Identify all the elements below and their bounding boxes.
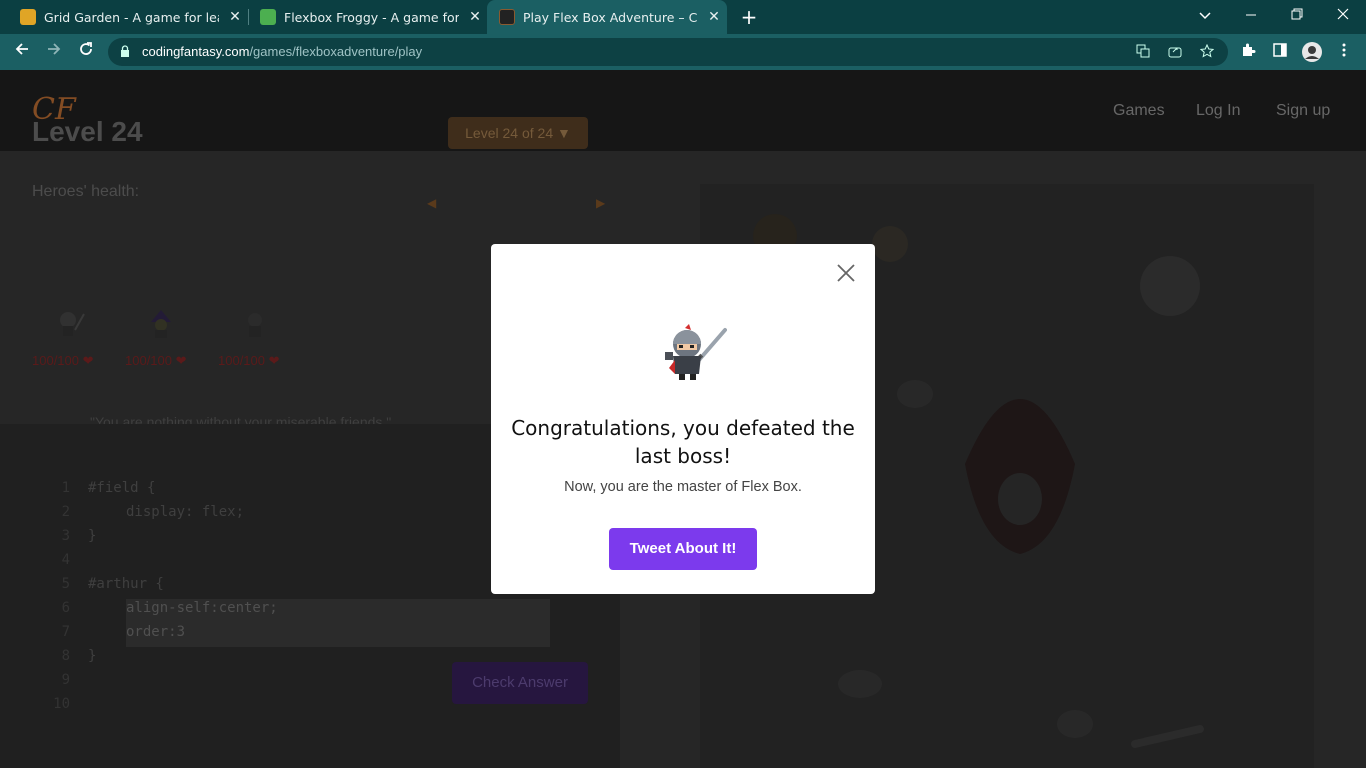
- restore-icon[interactable]: [1274, 0, 1320, 34]
- share-icon[interactable]: [1166, 44, 1184, 62]
- extensions-puzzle-icon[interactable]: [1238, 42, 1258, 62]
- knight-hero-icon: [665, 324, 727, 380]
- browser-tab-bar: Grid Garden - A game for learning CSS gr…: [0, 0, 1366, 34]
- tab-search-icon[interactable]: [1182, 0, 1228, 34]
- side-panel-icon[interactable]: [1270, 42, 1290, 62]
- tab-flexbox-froggy[interactable]: Flexbox Froggy - A game for learning CSS…: [240, 0, 485, 34]
- url-text: codingfantasy.com/games/flexboxadventure…: [142, 44, 423, 59]
- grid-garden-favicon-icon: [20, 9, 36, 25]
- tab-title: Grid Garden - A game for learning CSS gr…: [44, 9, 219, 25]
- tab-grid-garden[interactable]: Grid Garden - A game for learning CSS gr…: [0, 0, 245, 34]
- tweet-button[interactable]: Tweet About It!: [609, 528, 757, 570]
- browser-menu-icon[interactable]: [1334, 42, 1354, 62]
- tab-flexbox-adventure[interactable]: Play Flex Box Adventure – CSS Game to Le…: [487, 0, 727, 34]
- close-tab-icon[interactable]: ✕: [467, 9, 483, 25]
- close-window-icon[interactable]: [1320, 0, 1366, 34]
- frog-favicon-icon: [260, 9, 276, 25]
- close-tab-icon[interactable]: ✕: [706, 9, 722, 25]
- browser-toolbar: codingfantasy.com/games/flexboxadventure…: [0, 34, 1366, 70]
- tab-title: Flexbox Froggy - A game for learning CSS…: [284, 9, 459, 25]
- minimize-icon[interactable]: [1228, 0, 1274, 34]
- modal-subtitle: Now, you are the master of Flex Box.: [564, 479, 802, 495]
- close-icon[interactable]: [835, 262, 857, 284]
- back-arrow-icon[interactable]: [10, 40, 34, 64]
- victory-modal: Congratulations, you defeated the last b…: [491, 244, 875, 594]
- forward-arrow-icon[interactable]: [42, 40, 66, 64]
- coding-fantasy-favicon-icon: [499, 9, 515, 25]
- bookmark-star-icon[interactable]: [1198, 43, 1216, 62]
- lock-icon[interactable]: [120, 45, 130, 57]
- new-tab-button[interactable]: +: [738, 4, 760, 30]
- modal-title: Congratulations, you defeated the last b…: [511, 416, 855, 468]
- address-bar[interactable]: codingfantasy.com/games/flexboxadventure…: [108, 38, 1228, 66]
- tab-title: Play Flex Box Adventure – CSS Game to Le…: [523, 9, 698, 25]
- profile-avatar[interactable]: [1302, 42, 1322, 62]
- reload-icon[interactable]: [74, 40, 98, 64]
- translate-icon[interactable]: [1134, 44, 1152, 62]
